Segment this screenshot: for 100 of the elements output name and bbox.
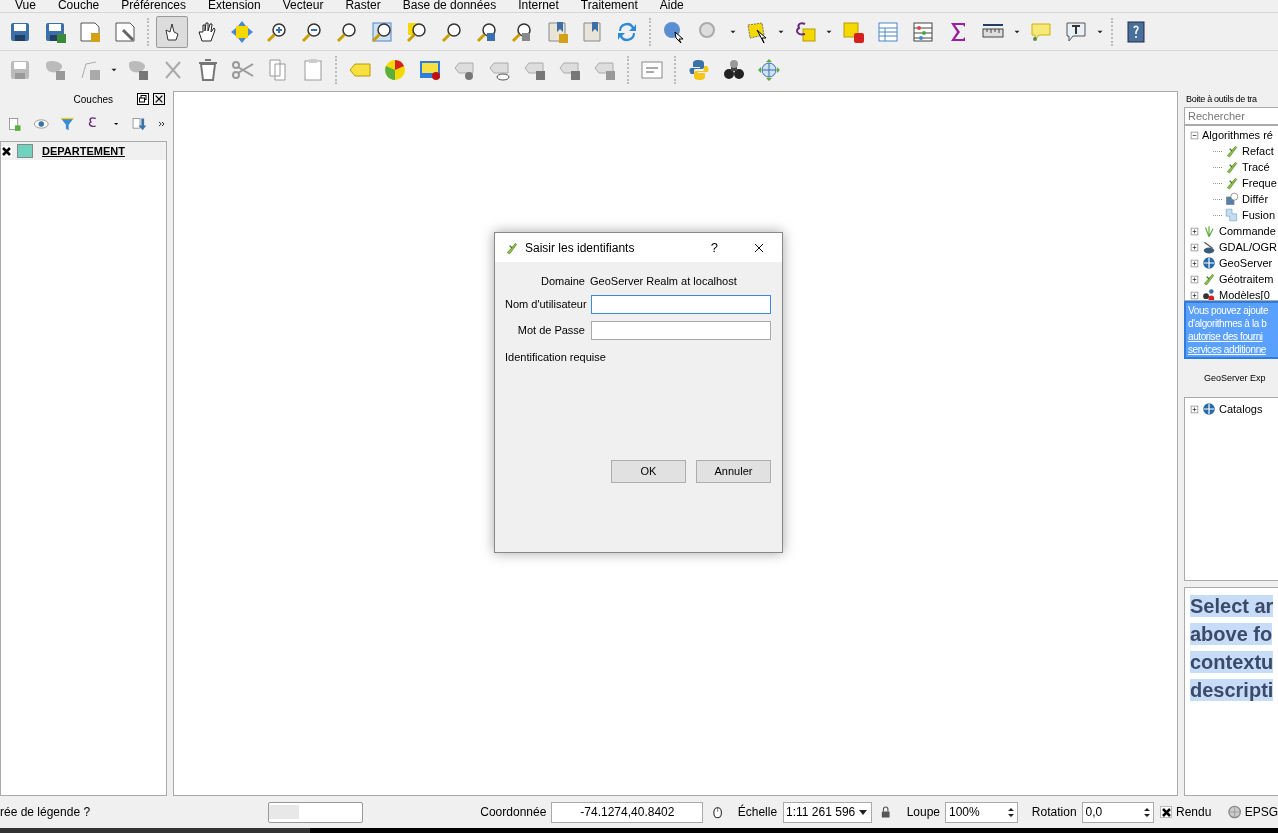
globe-icon[interactable]: [1227, 804, 1243, 820]
close-icon[interactable]: [153, 93, 165, 105]
polygon-move-icon[interactable]: [126, 58, 150, 82]
dialog-title: Saisir les identifiants: [525, 239, 636, 257]
lock-icon[interactable]: [879, 803, 893, 821]
scale-combo[interactable]: 1:11 261 596: [783, 801, 873, 823]
coordinate-field[interactable]: -74.1274,40.8402: [551, 801, 704, 823]
menu-item[interactable]: Extension: [208, 0, 261, 10]
menu-item[interactable]: Internet: [518, 0, 559, 10]
tree-item[interactable]: Freque: [1242, 174, 1277, 192]
menu-item[interactable]: Couche: [57, 0, 100, 10]
tree-item[interactable]: Commande: [1219, 222, 1276, 240]
tree-item[interactable]: Différ: [1242, 190, 1269, 208]
layer-checkbox[interactable]: [1, 145, 12, 157]
zoom-full-icon[interactable]: [370, 19, 394, 44]
menu-item[interactable]: Vue: [15, 0, 36, 10]
identify-icon[interactable]: [662, 19, 686, 44]
search-field[interactable]: Rechercher: [1184, 107, 1278, 125]
description-text: Select ar: [1190, 595, 1274, 617]
hand-icon[interactable]: [195, 19, 219, 44]
domain-value: GeoServer Realm at localhost: [590, 273, 737, 289]
expand-icon[interactable]: [1190, 258, 1199, 268]
tree-item[interactable]: Catalogs: [1219, 400, 1263, 418]
input-field[interactable]: [591, 320, 771, 340]
expand-icon[interactable]: [1190, 274, 1199, 284]
binoculars-icon[interactable]: [722, 58, 746, 82]
info-text: d'algorithmes à la b: [1188, 317, 1267, 330]
rotation-spinbox[interactable]: 0,0: [1081, 801, 1155, 823]
menu-item[interactable]: Traitement: [580, 0, 638, 10]
clipboard-icon[interactable]: [301, 58, 325, 82]
expand-icon[interactable]: [1190, 404, 1199, 414]
expand-icon[interactable]: [1190, 242, 1199, 252]
dialog-button[interactable]: Annuler: [696, 459, 771, 483]
menu-item[interactable]: Base de données: [402, 0, 497, 10]
trash-icon[interactable]: [196, 58, 220, 82]
tree-item[interactable]: Fusion: [1242, 206, 1276, 224]
attribute-table-icon[interactable]: [876, 19, 900, 44]
bookmark-map-icon[interactable]: [580, 19, 604, 44]
label-pin-icon[interactable]: [418, 58, 442, 82]
algorithm-icon: [1225, 160, 1239, 174]
description-text: above fo: [1190, 623, 1273, 645]
globe-icon: [1202, 402, 1216, 416]
caret-icon: [859, 809, 868, 815]
field-label: Coordonnée: [480, 804, 547, 821]
render-checkbox[interactable]: [1160, 806, 1172, 818]
gdal-icon: [1202, 240, 1216, 254]
panel-title: Boite à outils de tra: [1185, 93, 1258, 106]
description-text: contextu: [1190, 651, 1274, 673]
status-message: Identification requise: [505, 350, 607, 365]
node-tool-icon[interactable]: [78, 58, 102, 82]
globe-icon: [1202, 256, 1216, 270]
abacus-icon[interactable]: [911, 19, 935, 44]
tree-item[interactable]: GeoServer: [1219, 254, 1273, 272]
input-field[interactable]: [591, 294, 771, 314]
expand-icon[interactable]: [1190, 290, 1199, 300]
select-area-icon[interactable]: [745, 19, 769, 44]
help-book-icon[interactable]: [1124, 19, 1148, 44]
checkbox-label: Rendu: [1176, 804, 1212, 821]
help-button[interactable]: ?: [710, 237, 718, 258]
field-label: Mot de Passe: [516, 322, 585, 338]
save-edits-icon[interactable]: [8, 58, 32, 82]
tree-item[interactable]: Tracé: [1242, 158, 1270, 176]
dialog-button[interactable]: OK: [611, 459, 686, 483]
map-tool-button[interactable]: [156, 15, 188, 48]
deselect-icon[interactable]: [841, 19, 865, 44]
field-label: Échelle: [737, 803, 778, 821]
tree-item[interactable]: Algorithmes ré: [1202, 126, 1273, 144]
tree-item[interactable]: Géotraitem: [1219, 270, 1274, 288]
bookmark-map-icon[interactable]: [545, 19, 569, 44]
field-label: Nom d'utilisateur: [505, 296, 585, 312]
expand-icon[interactable]: [1190, 226, 1199, 236]
pie-chart-icon[interactable]: [383, 58, 407, 82]
pan-arrows-icon[interactable]: [230, 19, 254, 44]
field-label: Domaine: [539, 273, 585, 289]
menu-item[interactable]: Préférences: [121, 0, 186, 10]
text-callout-icon[interactable]: [1064, 19, 1088, 44]
status-message: rée de légende ?: [0, 804, 92, 821]
field-label: Loupe: [906, 804, 940, 821]
algorithm-icon: [1225, 144, 1239, 158]
algorithm-icon: [1225, 176, 1239, 190]
menu-item[interactable]: Raster: [345, 0, 381, 10]
python-icon[interactable]: [687, 58, 711, 82]
field-label: Rotation: [1031, 804, 1077, 821]
algorithm-icon: [1202, 272, 1216, 286]
epsilon-square-icon[interactable]: [793, 19, 817, 44]
new-page-icon[interactable]: [78, 19, 102, 44]
globe-arrows-icon[interactable]: [757, 58, 781, 82]
menu-item[interactable]: Aide: [659, 0, 684, 10]
description-text: descripti: [1190, 679, 1274, 701]
tree-item[interactable]: Refact: [1242, 142, 1274, 160]
crs-button[interactable]: EPSG: [1244, 803, 1278, 821]
info-text: Vous pouvez ajoute: [1188, 304, 1269, 317]
menu-item[interactable]: Vecteur: [282, 0, 324, 10]
collapse-icon[interactable]: [1190, 130, 1199, 140]
float-icon[interactable]: [137, 93, 149, 105]
magnifier-spinbox[interactable]: 100%: [945, 801, 1018, 823]
tree-item[interactable]: GDAL/OGR: [1219, 238, 1278, 256]
map-canvas[interactable]: Saisir les identifiants ? Domaine GeoServer Realm at localhost Nom d'utilisateur Mot de Passe Identification requise OK Annuler: [173, 91, 1178, 796]
panel-title: Couches: [73, 92, 113, 107]
panel-title: GeoServer Exp: [1203, 372, 1267, 385]
